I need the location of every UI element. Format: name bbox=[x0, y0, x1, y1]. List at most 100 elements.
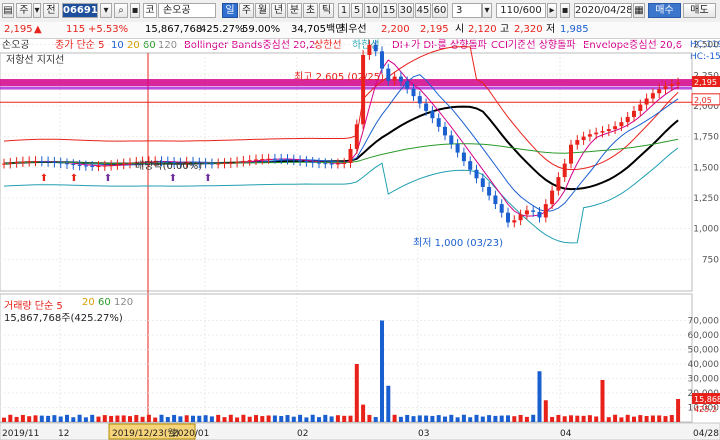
candle-body bbox=[461, 152, 466, 162]
volume-bar bbox=[291, 416, 296, 422]
volume-bar bbox=[657, 415, 662, 422]
candle-body bbox=[342, 163, 347, 165]
volume-axis-label: 60,000 bbox=[688, 331, 720, 341]
volume-bar bbox=[216, 414, 221, 422]
candle-body bbox=[506, 212, 510, 223]
volume-bar bbox=[543, 400, 548, 422]
candle-body bbox=[455, 143, 460, 153]
volume-bar bbox=[348, 415, 353, 422]
candle-body bbox=[424, 103, 429, 111]
volume-bar bbox=[342, 415, 347, 422]
candle-body bbox=[587, 134, 592, 137]
candle-body bbox=[128, 162, 132, 164]
price-axis-label: 2,500 bbox=[693, 41, 719, 51]
candle-body bbox=[247, 160, 252, 162]
volume-bar bbox=[663, 416, 668, 422]
volume-bar bbox=[468, 417, 473, 422]
volume-bar bbox=[354, 364, 359, 422]
price-axis-label: 1,250 bbox=[693, 194, 719, 204]
bollinger-upper-line bbox=[3, 46, 679, 171]
candle-body bbox=[493, 195, 498, 205]
candle-body bbox=[594, 132, 599, 135]
candle-body bbox=[417, 96, 422, 104]
volume-bar bbox=[613, 414, 618, 422]
candle-body bbox=[625, 116, 630, 123]
price-chart[interactable]: 2,5002,2502,0001,7501,5001,2501,000750⬆⬆… bbox=[0, 0, 720, 440]
volume-bar bbox=[537, 371, 542, 422]
volume-ma-120[interactable]: 120 bbox=[114, 297, 133, 308]
volume-bar bbox=[556, 414, 561, 422]
volume-axis-label: 40,000 bbox=[688, 360, 720, 370]
candle-body bbox=[430, 110, 435, 119]
price-axis-label: 750 bbox=[702, 255, 719, 265]
volume-bar bbox=[569, 415, 573, 422]
volume-bar bbox=[260, 416, 265, 422]
date-axis-bar bbox=[0, 422, 720, 440]
candle-body bbox=[474, 169, 479, 179]
volume-bar bbox=[209, 416, 214, 422]
candle-body bbox=[405, 81, 410, 89]
volume-bar bbox=[600, 379, 605, 422]
volume-bar bbox=[506, 415, 510, 422]
volume-bar bbox=[499, 415, 504, 422]
candle-body bbox=[443, 126, 447, 136]
volume-bar bbox=[247, 416, 252, 422]
signal-arrow-icon: ⬆ bbox=[204, 173, 212, 184]
volume-bar bbox=[159, 414, 164, 422]
current-price-tag: 2,195 bbox=[694, 78, 717, 87]
volume-bar bbox=[96, 416, 101, 422]
volume-bar bbox=[625, 414, 630, 422]
volume-bar bbox=[373, 416, 378, 422]
volume-bar bbox=[632, 416, 636, 422]
price-axis-label: 1,500 bbox=[693, 163, 719, 173]
signal-arrow-icon: ⬆ bbox=[70, 173, 78, 184]
candle-body bbox=[411, 88, 416, 97]
volume-bar bbox=[367, 414, 372, 422]
volume-bar bbox=[115, 415, 120, 422]
volume-bar bbox=[222, 417, 227, 422]
candle-body bbox=[537, 211, 542, 218]
volume-bar bbox=[524, 416, 529, 422]
volume-bar bbox=[392, 414, 397, 422]
volume-ma-20[interactable]: 20 bbox=[82, 297, 95, 308]
volume-ma-60[interactable]: 60 bbox=[98, 297, 111, 308]
candle-body bbox=[46, 161, 51, 163]
candle-body bbox=[524, 210, 529, 215]
dividend-annotation: 배당락(0.00%) bbox=[135, 161, 203, 172]
volume-bar bbox=[83, 417, 88, 422]
candle-body bbox=[575, 140, 580, 145]
candle-body bbox=[556, 177, 561, 191]
candle-body bbox=[39, 161, 44, 163]
candle-body bbox=[669, 84, 674, 87]
volume-bar bbox=[562, 416, 567, 422]
candle-body bbox=[27, 161, 32, 163]
resistance-band bbox=[0, 86, 692, 90]
volume-bar bbox=[323, 414, 328, 422]
candle-body bbox=[550, 190, 555, 205]
candle-body bbox=[367, 44, 372, 55]
candle-body bbox=[209, 163, 214, 165]
volume-axis-label: 50,000 bbox=[688, 346, 720, 356]
candle-body bbox=[272, 158, 277, 160]
volume-bar bbox=[606, 417, 611, 422]
volume-bar bbox=[134, 415, 139, 422]
volume-axis-label: 70,000 bbox=[688, 317, 720, 327]
date-axis-label: 04 bbox=[560, 429, 572, 439]
candle-body bbox=[260, 158, 265, 160]
candle-body bbox=[335, 163, 340, 165]
volume-bar bbox=[638, 415, 643, 422]
volume-bar bbox=[512, 416, 517, 422]
volume-bar bbox=[455, 417, 460, 422]
high-annotation: 최고 2,605 (02/25) bbox=[294, 72, 385, 83]
candle-body bbox=[436, 118, 441, 127]
candle-body bbox=[33, 161, 38, 163]
volume-bar bbox=[380, 320, 384, 422]
volume-bar bbox=[184, 415, 189, 422]
candle-body bbox=[569, 144, 573, 164]
signal-arrow-icon: ⬆ bbox=[104, 173, 112, 184]
volume-bar bbox=[594, 416, 599, 422]
candle-body bbox=[543, 204, 548, 218]
volume-value-label: 15,867,768주(425.27%) bbox=[4, 313, 123, 324]
candle-body bbox=[279, 158, 284, 160]
volume-bar bbox=[449, 414, 454, 422]
